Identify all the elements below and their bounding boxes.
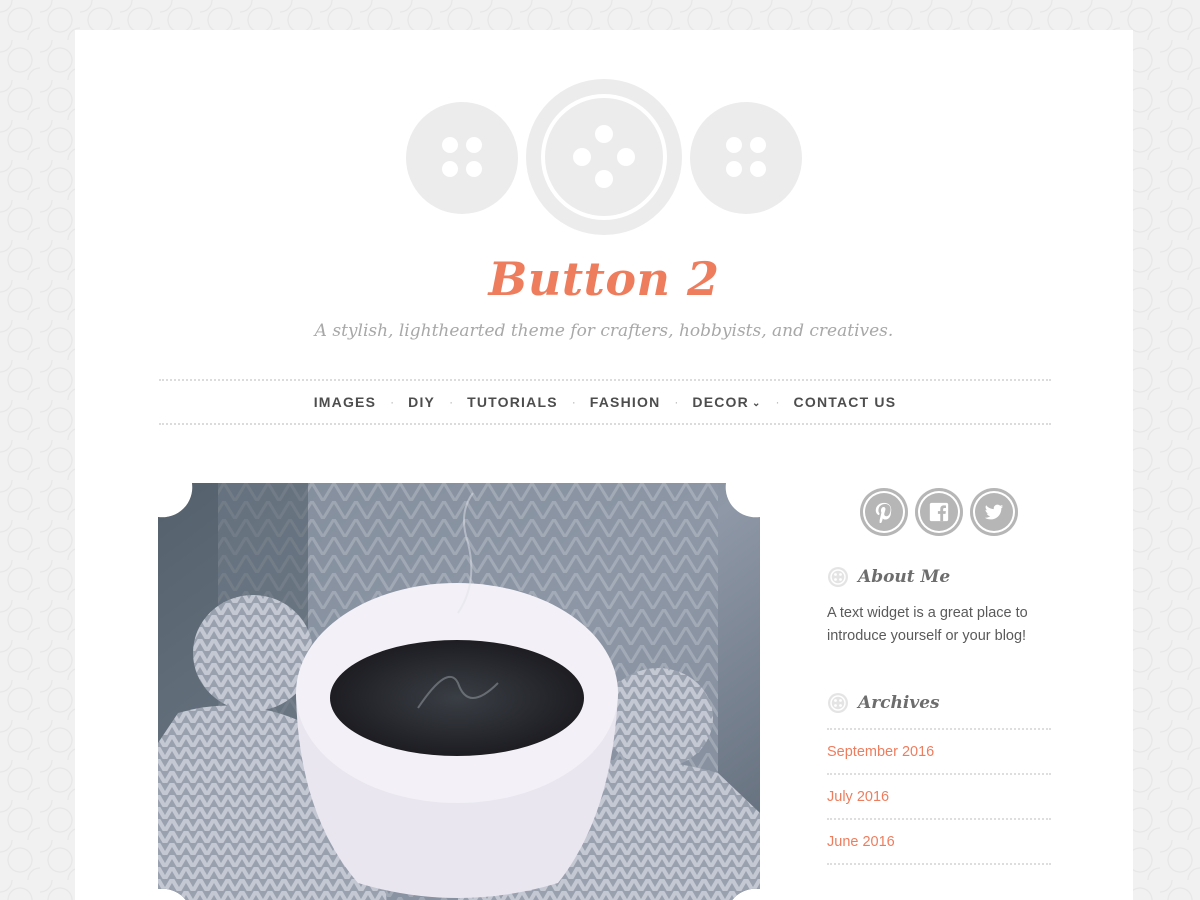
nav-item-label: CONTACT US [793,394,897,410]
widget-title: About Me [827,566,1051,588]
main-navigation: IMAGES · DIY · TUTORIALS · FASHION · DEC… [159,379,1051,425]
widget-title: Archives [827,692,1051,714]
site-title[interactable]: Button 2 [75,252,1133,306]
nav-item-contact-us[interactable]: CONTACT US [794,394,897,410]
pinterest-button[interactable] [860,488,908,536]
nav-separator: · [674,395,679,409]
pinterest-icon [875,502,892,523]
nav-item-label: FASHION [589,394,661,410]
archives-widget-title: Archives [858,693,940,713]
twitter-button[interactable] [970,488,1018,536]
about-widget-text: A text widget is a great place to introd… [827,605,1028,644]
nav-separator: · [571,395,576,409]
nav-item-decor[interactable]: DECOR ⌄ [692,394,761,410]
sidebar: About Me A text widget is a great place … [827,488,1051,900]
archive-link[interactable]: July 2016 [827,789,889,805]
chevron-down-icon: ⌄ [751,397,762,409]
archives-widget: Archives September 2016 July 2016 June 2… [827,692,1051,900]
site-tagline: A stylish, lighthearted theme for crafte… [314,321,894,341]
nav-item-label: IMAGES [313,394,377,410]
three-buttons-logo-icon [406,79,802,235]
about-widget: About Me A text widget is a great place … [827,566,1051,648]
facebook-icon [929,502,949,522]
list-item: July 2016 [827,775,1051,820]
nav-item-label: DIY [408,394,436,410]
site-logo[interactable] [405,78,803,238]
archive-link[interactable]: September 2016 [827,744,934,760]
nav-item-fashion[interactable]: FASHION [590,394,661,410]
coffee-cup-mittens-photo-icon [158,483,760,900]
nav-separator: · [390,395,395,409]
nav-item-tutorials[interactable]: TUTORIALS [467,394,558,410]
archives-list: September 2016 July 2016 June 2016 [827,728,1051,865]
list-item: June 2016 [827,820,1051,865]
social-links [827,488,1051,536]
nav-separator: · [775,395,780,409]
nav-item-label: TUTORIALS [467,394,558,410]
button-bullet-icon [828,567,848,587]
featured-image[interactable] [158,483,760,900]
list-item: September 2016 [827,730,1051,775]
page-container: Button 2 A stylish, lighthearted theme f… [75,30,1133,900]
twitter-icon [984,504,1004,520]
nav-item-label: DECOR [692,394,749,410]
facebook-button[interactable] [915,488,963,536]
nav-item-images[interactable]: IMAGES [314,394,376,410]
nav-separator: · [449,395,454,409]
archive-link[interactable]: June 2016 [827,834,895,850]
button-bullet-icon [828,693,848,713]
nav-item-diy[interactable]: DIY [408,394,435,410]
about-widget-title: About Me [858,567,951,587]
